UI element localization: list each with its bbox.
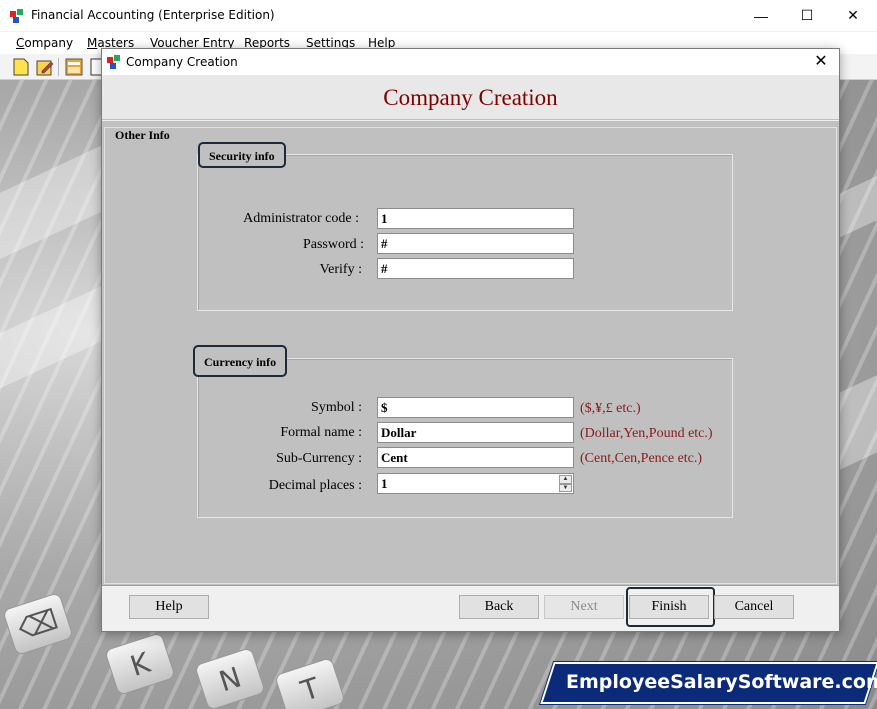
menu-company[interactable]: Company — [16, 36, 73, 50]
spin-up-icon[interactable]: ▲ — [559, 475, 572, 484]
help-button[interactable]: Help — [129, 595, 209, 619]
decimal-places-label: Decimal places : — [268, 478, 362, 493]
calculator-icon[interactable] — [64, 57, 84, 77]
formal-name-input[interactable]: Dollar — [377, 422, 574, 443]
watermark-text: EmployeeSalarySoftware.com — [566, 671, 877, 693]
app-title: Financial Accounting (Enterprise Edition… — [31, 8, 275, 22]
new-document-icon[interactable] — [11, 57, 31, 77]
minimize-button[interactable]: — — [738, 0, 784, 31]
decimal-places-value: 1 — [381, 476, 388, 491]
formal-name-label: Formal name : — [280, 425, 362, 440]
dialog-title: Company Creation — [126, 55, 238, 69]
symbol-label: Symbol : — [311, 400, 362, 415]
next-button[interactable]: Next — [544, 595, 624, 619]
dialog-logo-icon — [107, 55, 120, 69]
edit-icon[interactable] — [35, 57, 55, 77]
security-info-label: Security info — [198, 142, 286, 168]
close-app-button[interactable]: ✕ — [830, 0, 876, 31]
app-logo-icon — [10, 9, 23, 23]
admin-code-input[interactable]: 1 — [377, 208, 574, 229]
back-button[interactable]: Back — [459, 595, 539, 619]
cancel-button[interactable]: Cancel — [714, 595, 794, 619]
dialog-header: Company Creation — [102, 75, 839, 120]
password-input[interactable]: # — [377, 233, 574, 254]
company-creation-dialog: Company Creation ✕ Company Creation Othe… — [101, 48, 840, 632]
verify-label: Verify : — [319, 262, 362, 277]
sub-currency-label: Sub-Currency : — [276, 451, 362, 466]
formal-name-hint: (Dollar,Yen,Pound etc.) — [580, 426, 713, 441]
dialog-titlebar: Company Creation ✕ — [102, 49, 839, 75]
sub-currency-input[interactable]: Cent — [377, 447, 574, 468]
other-info-label: Other Info — [113, 128, 172, 143]
app-titlebar: Financial Accounting (Enterprise Edition… — [0, 0, 877, 32]
decimal-spin-buttons[interactable]: ▲ ▼ — [559, 475, 572, 492]
finish-button[interactable]: Finish — [629, 595, 709, 619]
dialog-footer: Help Back Next Finish Cancel — [102, 585, 839, 631]
other-info-group: Other Info Security info Administrator c… — [104, 127, 837, 584]
verify-input[interactable]: # — [377, 258, 574, 279]
dialog-heading: Company Creation — [383, 85, 558, 110]
decimal-places-stepper[interactable]: 1 ▲ ▼ — [377, 473, 574, 494]
admin-code-label: Administrator code : — [243, 211, 359, 226]
dialog-body: Other Info Security info Administrator c… — [102, 121, 839, 585]
spin-down-icon[interactable]: ▼ — [559, 483, 572, 492]
currency-info-label: Currency info — [193, 345, 288, 377]
symbol-hint: ($,¥,£ etc.) — [580, 401, 641, 416]
password-label: Password : — [302, 237, 364, 252]
symbol-input[interactable]: $ — [377, 397, 574, 418]
sub-currency-hint: (Cent,Cen,Pence etc.) — [580, 451, 703, 466]
dialog-close-button[interactable]: ✕ — [809, 52, 833, 72]
maximize-button[interactable]: ☐ — [784, 0, 830, 31]
